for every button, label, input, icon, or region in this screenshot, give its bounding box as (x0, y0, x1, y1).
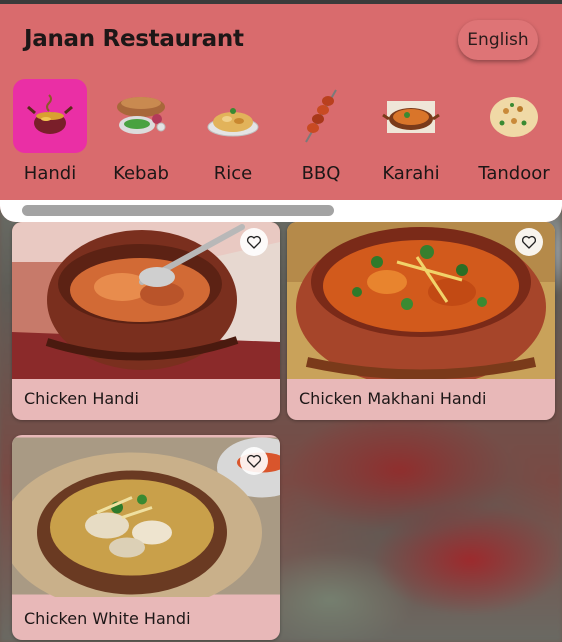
heart-icon (246, 235, 262, 249)
language-button[interactable]: English (458, 20, 538, 60)
category-kebab[interactable]: Kebab (101, 79, 181, 189)
category-scrollbar-thumb[interactable] (22, 205, 334, 216)
category-label: Tandoor (478, 163, 550, 184)
favorite-button[interactable] (240, 228, 268, 256)
dish-card-chicken-white-handi[interactable]: Chicken White Handi (12, 435, 280, 640)
bbq-icon (284, 79, 358, 153)
category-handi[interactable]: Handi (10, 79, 90, 189)
dish-card-chicken-makhani-handi[interactable]: Chicken Makhani Handi (287, 222, 555, 420)
category-label: Rice (213, 163, 253, 184)
handi-icon (13, 79, 87, 153)
dish-card-chicken-handi[interactable]: Chicken Handi (12, 222, 280, 420)
category-bbq[interactable]: BBQ (281, 79, 361, 189)
category-bar[interactable]: Handi Kebab Rice BBQ Karahi Tandoor (0, 79, 562, 189)
category-label: Handi (23, 163, 77, 184)
heart-icon (246, 454, 262, 468)
favorite-button[interactable] (240, 447, 268, 475)
page-title: Janan Restaurant (24, 26, 244, 52)
heart-icon (521, 235, 537, 249)
tandoor-icon (477, 79, 551, 153)
rice-icon (196, 79, 270, 153)
favorite-button[interactable] (515, 228, 543, 256)
app-header: Janan Restaurant English Handi Kebab Ric… (0, 4, 562, 222)
category-label: Kebab (113, 163, 169, 184)
dish-name: Chicken White Handi (24, 609, 191, 628)
dish-name: Chicken Makhani Handi (299, 389, 487, 408)
category-karahi[interactable]: Karahi (371, 79, 451, 189)
dish-name: Chicken Handi (24, 389, 139, 408)
karahi-icon (374, 79, 448, 153)
category-rice[interactable]: Rice (193, 79, 273, 189)
category-tandoor[interactable]: Tandoor (474, 79, 554, 189)
kebab-icon (104, 79, 178, 153)
category-label: Karahi (382, 163, 440, 184)
category-label: BBQ (301, 163, 341, 184)
